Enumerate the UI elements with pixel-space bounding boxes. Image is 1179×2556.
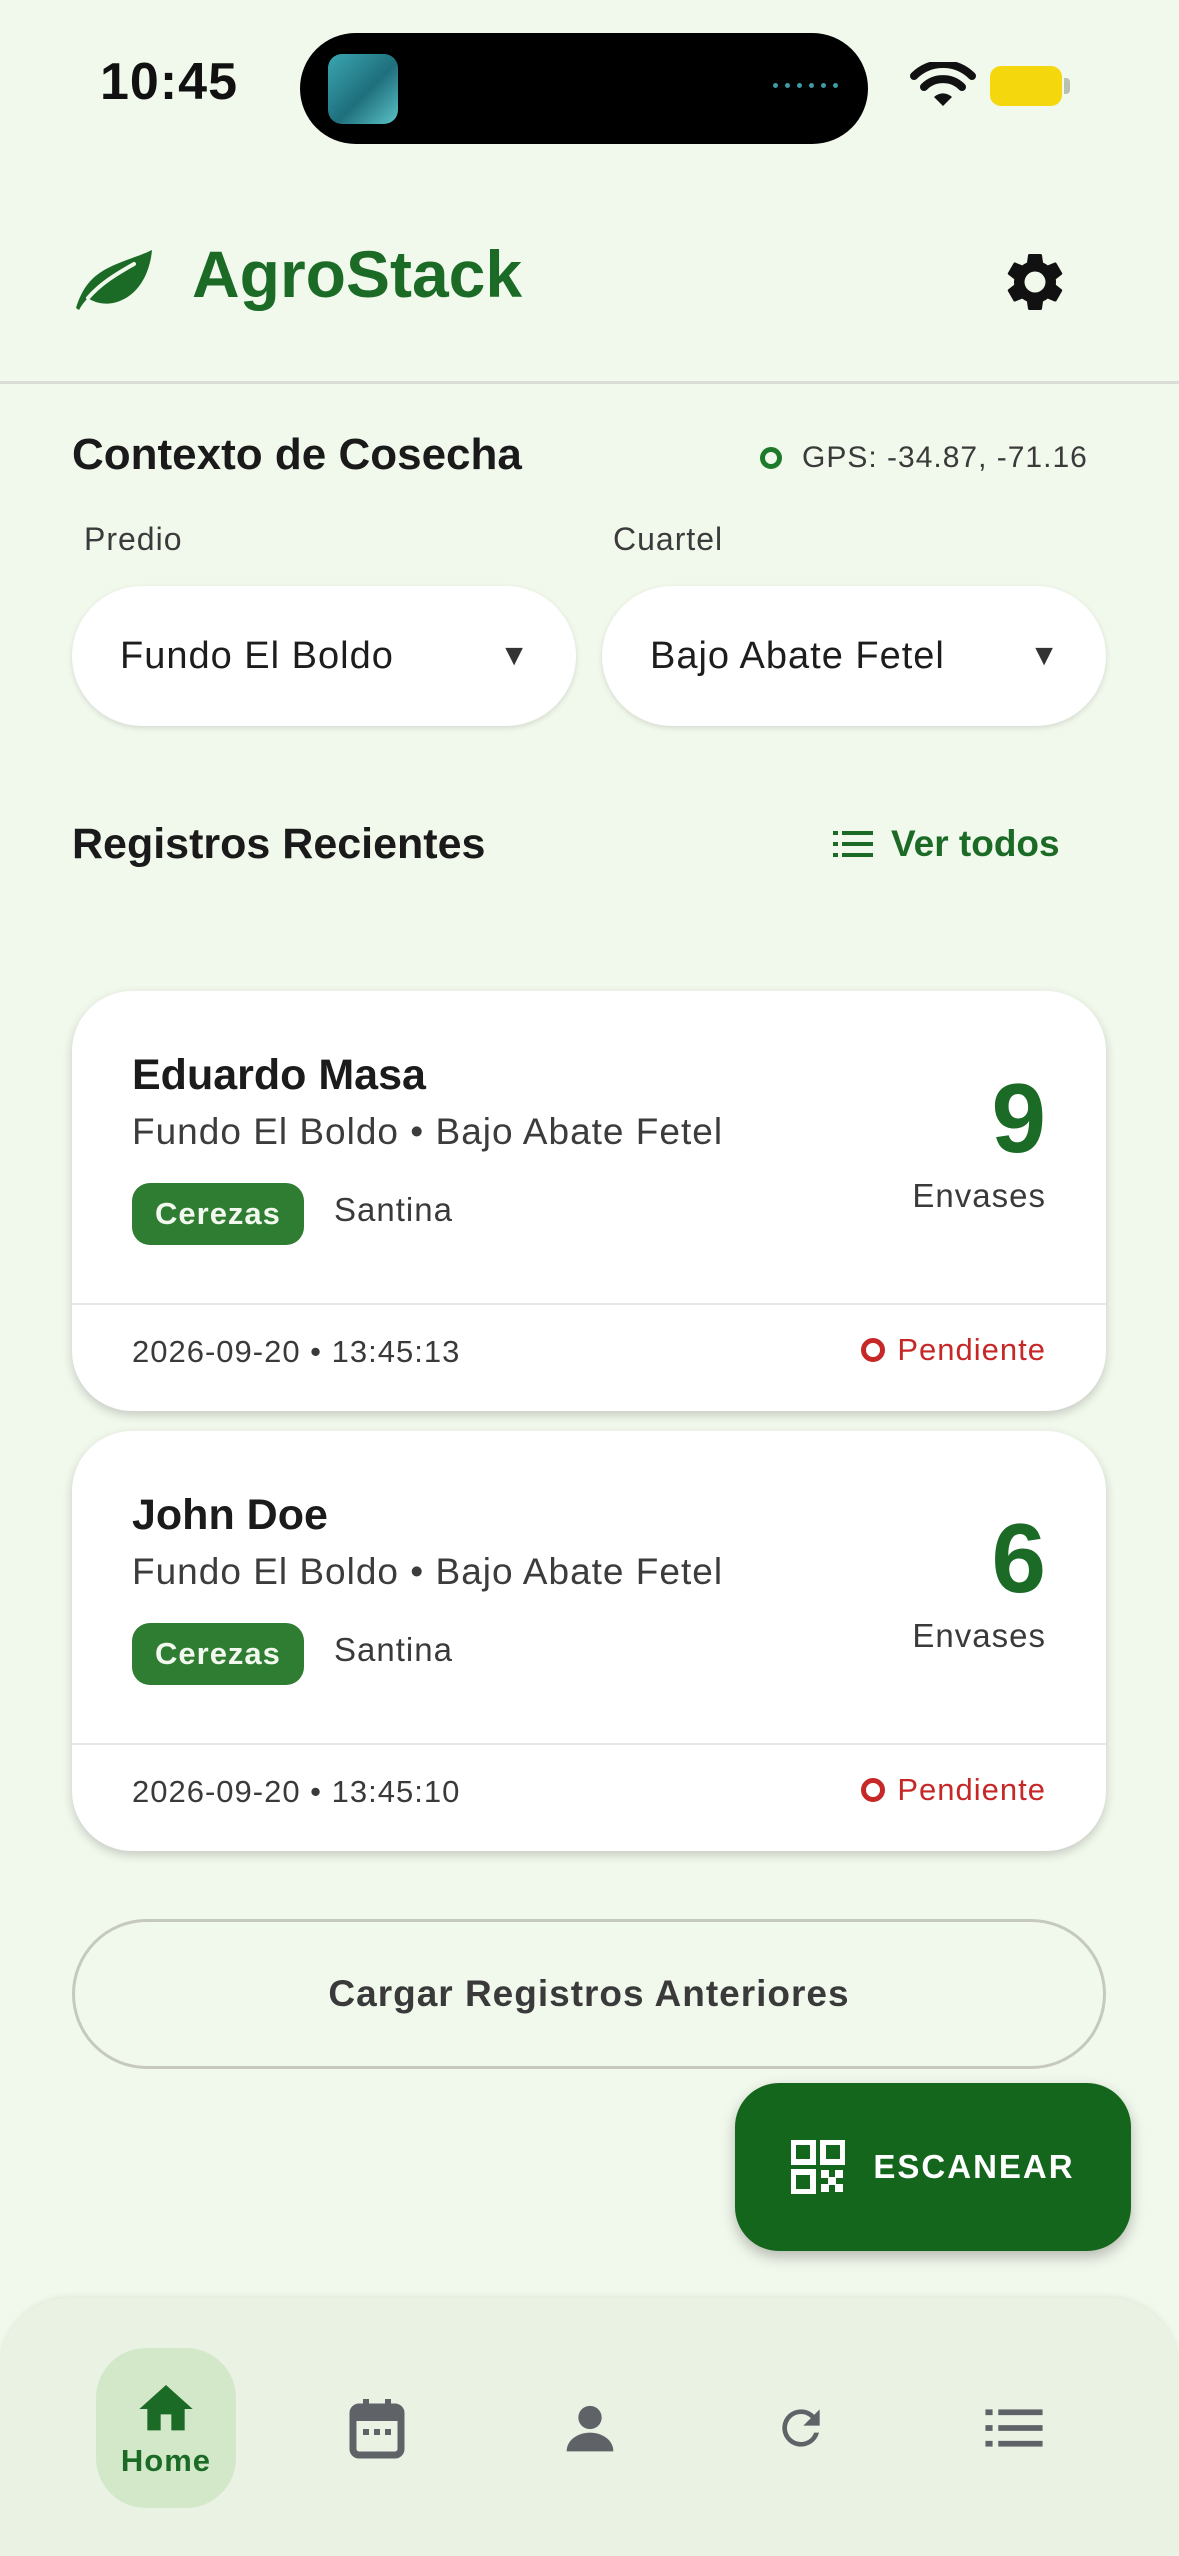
gps-status-icon [760,447,782,469]
records-title: Registros Recientes [72,820,486,868]
variety-label: Santina [334,1631,453,1668]
list-icon [985,2409,1043,2447]
refresh-icon [782,2409,820,2447]
predio-select[interactable]: Fundo El Boldo ▼ [72,586,576,726]
chevron-down-icon: ▼ [1029,639,1060,672]
gps-coordinates: GPS: -34.87, -71.16 [802,441,1088,474]
nav-home[interactable]: Home [96,2348,236,2508]
view-all-link[interactable]: Ver todos [833,823,1060,865]
nav-sync[interactable] [731,2348,871,2508]
record-card[interactable]: John Doe Fundo El Boldo • Bajo Abate Fet… [72,1431,1106,1851]
scan-button[interactable]: ESCANEAR [735,2083,1131,2251]
battery-icon [990,66,1070,106]
gear-icon[interactable] [1000,247,1070,317]
record-location: Fundo El Boldo • Bajo Abate Fetel [132,1551,724,1592]
pending-icon [861,1778,886,1802]
home-icon [139,2385,193,2431]
bottom-nav: Home [0,2298,1179,2556]
card-divider [72,1303,1106,1305]
header-divider [0,381,1179,384]
worker-name: Eduardo Masa [132,1051,426,1099]
list-icon [833,831,873,857]
cuartel-select[interactable]: Bajo Abate Fetel ▼ [602,586,1106,726]
predio-label: Predio [84,521,183,557]
app-title: AgroStack [192,237,523,311]
scan-label: ESCANEAR [873,2148,1075,2185]
status-time: 10:45 [100,53,238,111]
record-location: Fundo El Boldo • Bajo Abate Fetel [132,1111,724,1152]
crop-badge: Cerezas [132,1183,304,1245]
container-count: 9 [991,1063,1046,1173]
nav-profile[interactable] [520,2348,660,2508]
container-unit: Envases [912,1617,1046,1654]
record-card[interactable]: Eduardo Masa Fundo El Boldo • Bajo Abate… [72,991,1106,1411]
nav-calendar[interactable] [307,2348,447,2508]
card-divider [72,1743,1106,1745]
variety-label: Santina [334,1191,453,1228]
status-badge: Pendiente [861,1772,1046,1808]
calendar-icon [349,2399,405,2459]
context-title: Contexto de Cosecha [72,430,522,479]
leaf-icon [76,250,152,310]
nav-list[interactable] [944,2348,1084,2508]
dynamic-island [300,33,868,144]
record-timestamp: 2026-09-20 • 13:45:13 [132,1334,461,1369]
gps-indicator: GPS: -34.87, -71.16 [760,441,1088,475]
worker-name: John Doe [132,1491,328,1539]
chevron-down-icon: ▼ [499,639,530,672]
wifi-icon [910,62,976,106]
cuartel-value: Bajo Abate Fetel [650,634,945,677]
container-count: 6 [991,1503,1046,1613]
now-playing-thumbnail [328,54,398,124]
status-label: Pendiente [897,1772,1046,1807]
pending-icon [861,1338,886,1362]
container-unit: Envases [912,1177,1046,1214]
view-all-label: Ver todos [891,823,1060,864]
audio-waveform-icon [773,83,838,88]
cuartel-label: Cuartel [613,521,724,557]
nav-home-label: Home [120,2443,212,2478]
person-icon [566,2405,614,2452]
qr-code-icon [791,2140,846,2194]
predio-value: Fundo El Boldo [120,634,394,677]
status-badge: Pendiente [861,1332,1046,1368]
record-timestamp: 2026-09-20 • 13:45:10 [132,1774,461,1809]
crop-badge: Cerezas [132,1623,304,1685]
status-label: Pendiente [897,1332,1046,1367]
load-previous-button[interactable]: Cargar Registros Anteriores [72,1919,1106,2069]
